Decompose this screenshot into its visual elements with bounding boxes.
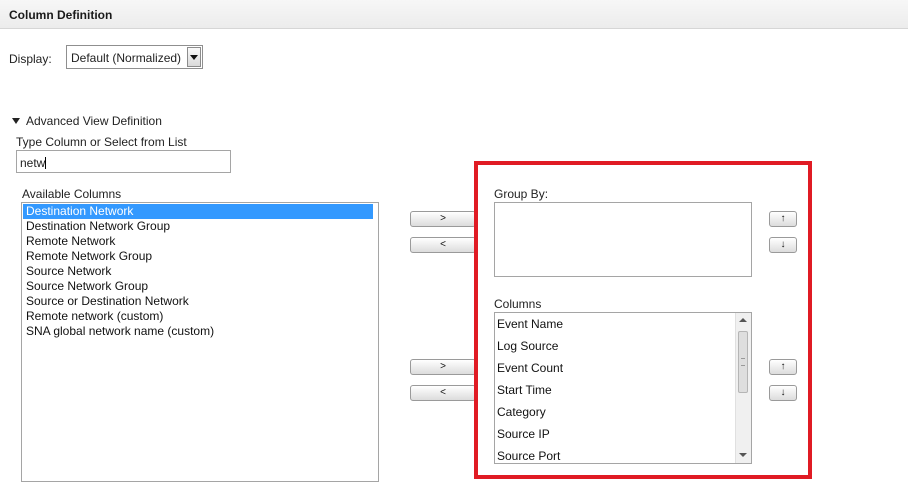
list-item[interactable]: Remote Network xyxy=(22,234,378,249)
list-item[interactable]: Remote Network Group xyxy=(22,249,378,264)
list-item[interactable]: Event Name xyxy=(495,313,751,335)
text-cursor xyxy=(45,157,47,169)
column-search-label: Type Column or Select from List xyxy=(16,135,187,149)
group-by-list[interactable] xyxy=(494,202,752,277)
section-title: Column Definition xyxy=(9,8,113,22)
list-item[interactable]: Category xyxy=(495,401,751,423)
list-item[interactable]: Start Time xyxy=(495,379,751,401)
add-to-columns-button[interactable]: > xyxy=(410,359,476,375)
group-by-move-down-button[interactable]: ↓ xyxy=(769,237,797,253)
columns-move-down-button[interactable]: ↓ xyxy=(769,385,797,401)
list-item[interactable]: SNA global network name (custom) xyxy=(22,324,378,339)
list-item[interactable]: Source Network Group xyxy=(22,279,378,294)
list-item[interactable]: Source IP xyxy=(495,423,751,445)
advanced-view-toggle[interactable]: Advanced View Definition xyxy=(12,114,162,128)
list-item[interactable]: Source Network xyxy=(22,264,378,279)
advanced-view-label: Advanced View Definition xyxy=(26,114,162,128)
list-item[interactable]: Destination Network Group xyxy=(22,219,378,234)
list-item[interactable]: Source or Destination Network xyxy=(22,294,378,309)
scroll-up-arrow-icon[interactable] xyxy=(739,318,747,322)
column-search-input[interactable]: netw xyxy=(16,150,231,173)
display-select[interactable]: Default (Normalized) xyxy=(66,45,203,69)
available-columns-label: Available Columns xyxy=(22,187,122,201)
columns-scrollbar[interactable] xyxy=(735,313,751,463)
remove-from-columns-button[interactable]: < xyxy=(410,385,476,401)
available-columns-list[interactable]: Destination Network Destination Network … xyxy=(21,202,379,482)
section-header: Column Definition xyxy=(0,0,908,29)
list-item[interactable]: Destination Network xyxy=(23,204,373,219)
columns-label: Columns xyxy=(494,297,542,311)
column-search-value: netw xyxy=(20,156,46,170)
add-to-group-by-button[interactable]: > xyxy=(410,211,476,227)
group-by-label: Group By: xyxy=(494,187,549,201)
columns-list[interactable]: Event Name Log Source Event Count Start … xyxy=(494,312,752,464)
display-select-value: Default (Normalized) xyxy=(71,51,182,65)
list-item[interactable]: Remote network (custom) xyxy=(22,309,378,324)
display-label: Display: xyxy=(9,52,52,66)
list-item[interactable]: Source Port xyxy=(495,445,751,463)
list-item[interactable]: Log Source xyxy=(495,335,751,357)
list-item[interactable]: Event Count xyxy=(495,357,751,379)
chevron-down-icon[interactable] xyxy=(187,47,201,67)
scrollbar-thumb[interactable] xyxy=(738,331,748,393)
group-by-move-up-button[interactable]: ↑ xyxy=(769,211,797,227)
columns-move-up-button[interactable]: ↑ xyxy=(769,359,797,375)
expand-triangle-icon xyxy=(12,118,20,124)
remove-from-group-by-button[interactable]: < xyxy=(410,237,476,253)
scroll-down-arrow-icon[interactable] xyxy=(739,453,747,457)
